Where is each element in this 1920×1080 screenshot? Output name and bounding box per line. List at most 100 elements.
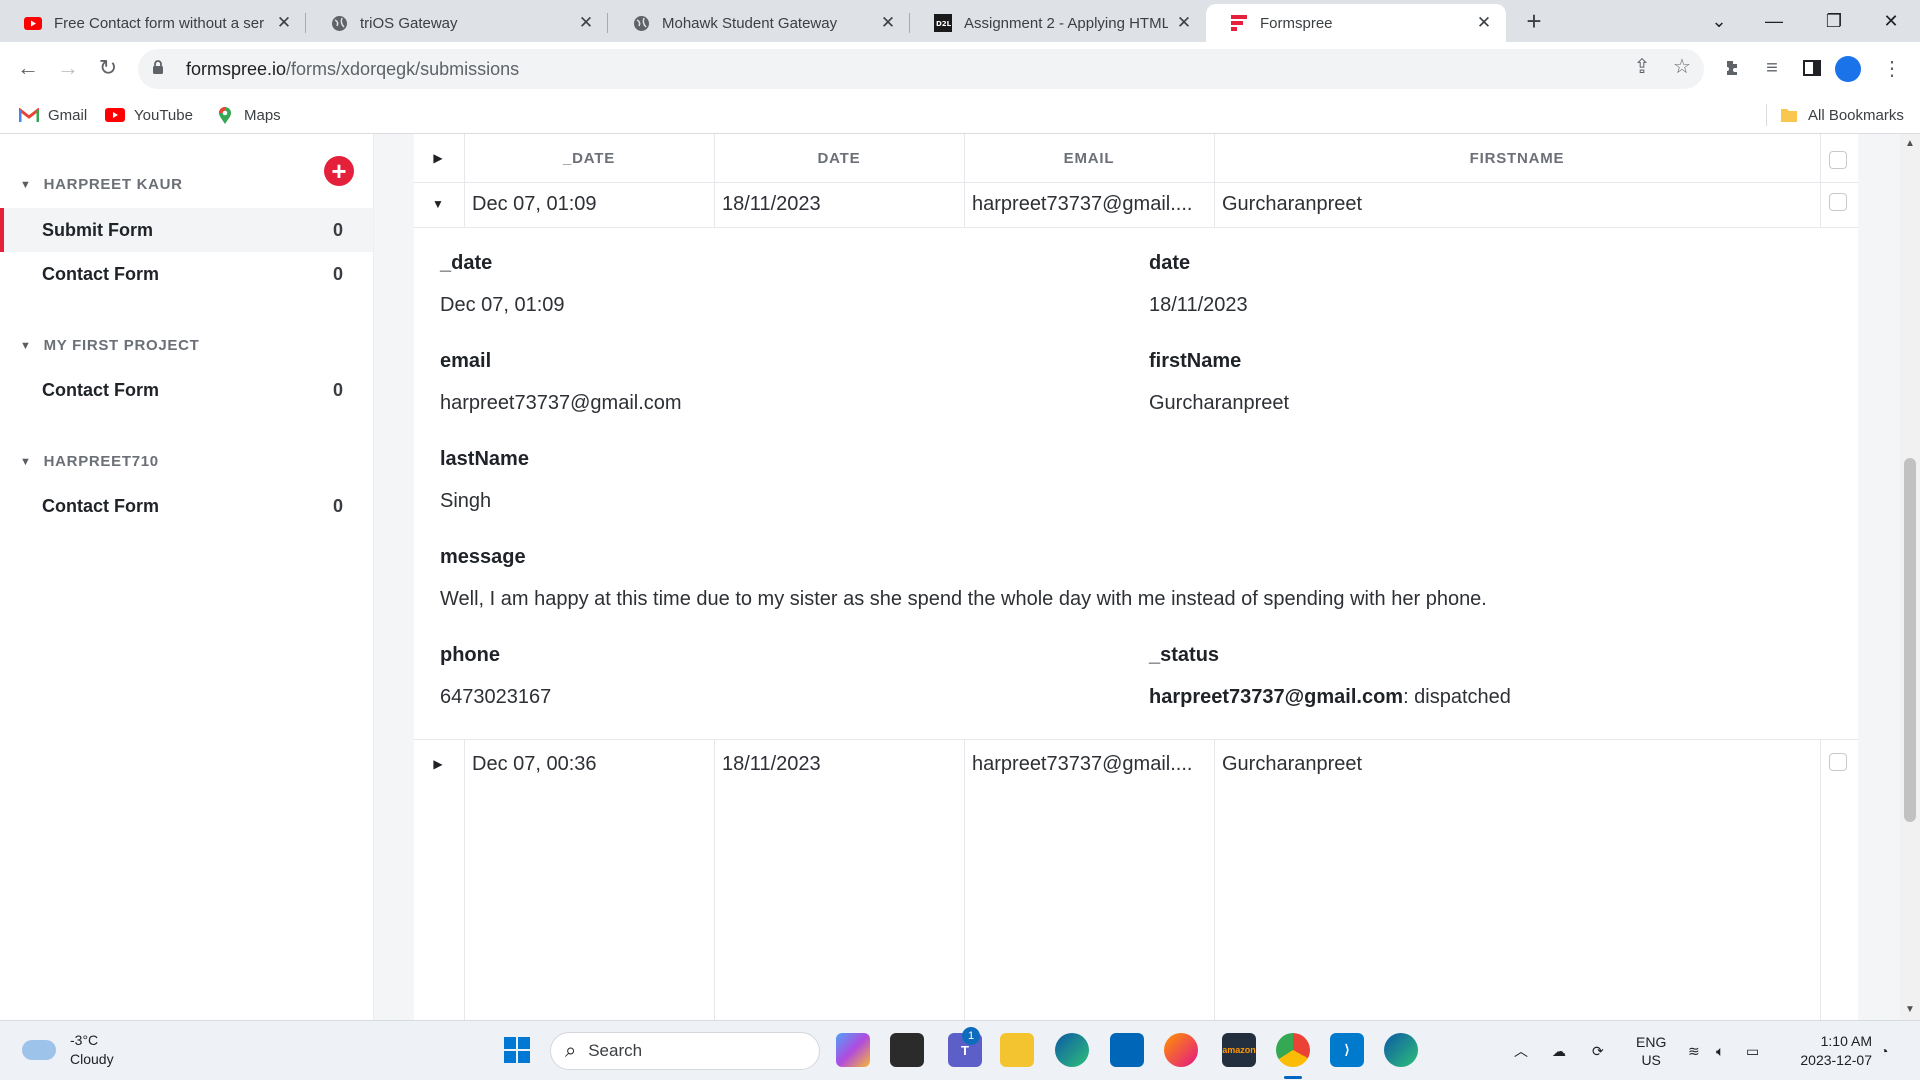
- edge-dev-icon[interactable]: [1384, 1033, 1418, 1067]
- taskbar-search[interactable]: ⌕ Search: [550, 1032, 820, 1070]
- close-icon[interactable]: ✕: [578, 13, 594, 33]
- sidebar-item-contact-form[interactable]: Contact Form 0: [0, 368, 373, 412]
- menu-icon[interactable]: ⋮: [1874, 50, 1910, 86]
- battery-icon[interactable]: ▭: [1746, 1021, 1759, 1080]
- svg-text:D2L: D2L: [936, 20, 952, 28]
- bookmark-gmail[interactable]: Gmail: [18, 102, 87, 128]
- extensions-icon[interactable]: [1714, 50, 1750, 86]
- form-name: Submit Form: [42, 219, 153, 240]
- weather-widget[interactable]: -3°C Cloudy: [22, 1031, 114, 1069]
- side-panel-icon[interactable]: [1794, 50, 1830, 86]
- column-header-email[interactable]: EMAIL: [964, 134, 1214, 182]
- youtube-icon: [24, 14, 42, 32]
- firefox-icon[interactable]: [1164, 1033, 1198, 1067]
- share-icon[interactable]: ⇪: [1626, 50, 1658, 82]
- onedrive-icon[interactable]: ☁: [1552, 1021, 1566, 1080]
- restore-button[interactable]: ❐: [1805, 0, 1863, 42]
- form-name: Contact Form: [42, 263, 159, 284]
- close-icon[interactable]: ✕: [880, 13, 896, 33]
- scroll-down-icon[interactable]: ▼: [1900, 1004, 1920, 1015]
- project-header-my-first-project[interactable]: ▼ MY FIRST PROJECT: [20, 337, 200, 354]
- address-bar[interactable]: formspree.io/forms/xdorqegk/submissions: [138, 49, 1704, 89]
- lock-icon: [152, 59, 186, 79]
- table-cell-firstname: Gurcharanpreet: [1222, 192, 1363, 215]
- column-divider: [714, 740, 715, 1020]
- scroll-up-icon[interactable]: ▲: [1900, 138, 1920, 149]
- vscode-icon[interactable]: ⟩: [1330, 1033, 1364, 1067]
- sync-icon[interactable]: ⟳: [1592, 1021, 1604, 1080]
- column-header-firstname[interactable]: FIRSTNAME: [1214, 134, 1820, 182]
- back-button[interactable]: ←: [12, 52, 44, 84]
- page-scrollbar[interactable]: ▲ ▼: [1900, 134, 1920, 1020]
- language-indicator[interactable]: ENG US: [1636, 1021, 1666, 1080]
- weather-condition: Cloudy: [70, 1051, 114, 1067]
- field-label: date: [1149, 252, 1191, 274]
- chevron-down-icon: ▼: [20, 339, 32, 352]
- sidebar-item-contact-form[interactable]: Contact Form 0: [0, 484, 373, 528]
- sidebar-item-submit-form[interactable]: Submit Form 0: [0, 208, 373, 252]
- project-name: HARPREET710: [43, 453, 159, 470]
- close-window-button[interactable]: ✕: [1862, 0, 1920, 42]
- table-cell-date: 18/11/2023: [722, 192, 821, 215]
- status-email: harpreet73737@gmail.com: [1149, 686, 1404, 708]
- clock[interactable]: 1:10 AM 2023-12-07: [1780, 1032, 1872, 1070]
- column-header-_date[interactable]: _DATE: [464, 134, 714, 182]
- close-icon[interactable]: ✕: [276, 13, 292, 33]
- submissions-area: ▶ _DATE DATE EMAIL FIRSTNAME ▼ Dec 07, 0…: [374, 134, 1900, 1020]
- select-all-checkbox[interactable]: [1829, 151, 1847, 169]
- tab-search-icon[interactable]: ⌄: [1690, 0, 1748, 42]
- project-header-harpreet710[interactable]: ▼ HARPREET710: [20, 453, 159, 470]
- close-icon[interactable]: ✕: [1476, 13, 1492, 33]
- file-explorer-icon[interactable]: [1000, 1033, 1034, 1067]
- scrollbar-thumb[interactable]: [1904, 458, 1916, 822]
- submission-count: 0: [332, 379, 343, 400]
- globe-icon: [632, 14, 650, 32]
- status-text: : dispatched: [1403, 686, 1511, 708]
- edge-icon[interactable]: [1055, 1033, 1089, 1067]
- field-value: Dec 07, 01:09: [440, 294, 565, 316]
- tab-formspree[interactable]: Formspree ✕: [1206, 4, 1506, 42]
- wifi-icon[interactable]: ≋: [1688, 1021, 1700, 1080]
- bookmark-youtube[interactable]: YouTube: [104, 102, 193, 128]
- column-header-date[interactable]: DATE: [714, 134, 964, 182]
- tab-trios[interactable]: triOS Gateway ✕: [306, 4, 608, 42]
- star-icon[interactable]: ☆: [1666, 50, 1698, 82]
- row-checkbox[interactable]: [1829, 193, 1847, 211]
- bookmark-label: YouTube: [134, 106, 193, 124]
- tab-title: Assignment 2 - Applying HTML,: [964, 14, 1168, 32]
- media-icon[interactable]: ≡: [1754, 50, 1790, 86]
- reload-button[interactable]: ↻: [92, 52, 124, 84]
- all-bookmarks[interactable]: All Bookmarks: [1778, 102, 1904, 128]
- project-header-harpreet-kaur[interactable]: ▼ HARPREET KAUR: [20, 176, 183, 193]
- expand-row-button[interactable]: ▶: [414, 742, 462, 786]
- new-tab-button[interactable]: +: [1520, 6, 1548, 36]
- forward-button[interactable]: →: [52, 52, 84, 84]
- minimize-button[interactable]: —: [1745, 0, 1803, 42]
- field-value: harpreet73737@gmail.com: [440, 392, 682, 414]
- notifications-icon[interactable]: ◔: [1880, 1021, 1888, 1080]
- maps-icon: [214, 106, 236, 124]
- add-form-button[interactable]: +: [324, 156, 354, 186]
- row-checkbox[interactable]: [1829, 753, 1847, 771]
- close-icon[interactable]: ✕: [1176, 13, 1192, 33]
- tab-mohawk[interactable]: Mohawk Student Gateway ✕: [608, 4, 910, 42]
- tab-title: Free Contact form without a ser: [54, 14, 265, 32]
- profile-avatar[interactable]: [1835, 56, 1861, 82]
- store-icon[interactable]: [1110, 1033, 1144, 1067]
- notification-badge: 1: [962, 1027, 980, 1045]
- collapse-row-button[interactable]: ▼: [414, 182, 462, 226]
- bookmark-maps[interactable]: Maps: [214, 102, 281, 128]
- tab-youtube[interactable]: Free Contact form without a ser ✕: [0, 4, 306, 42]
- windows-start-icon[interactable]: [500, 1033, 534, 1067]
- expand-all-button[interactable]: ▶: [414, 136, 462, 180]
- submission-count: 0: [332, 219, 343, 240]
- copilot-icon[interactable]: [836, 1033, 870, 1067]
- task-view-icon[interactable]: [890, 1033, 924, 1067]
- active-app-indicator: [1284, 1076, 1302, 1079]
- show-hidden-icons[interactable]: ︿: [1514, 1021, 1528, 1080]
- chrome-icon[interactable]: [1276, 1033, 1310, 1067]
- tab-assignment[interactable]: D2L Assignment 2 - Applying HTML, ✕: [910, 4, 1206, 42]
- amazon-icon[interactable]: amazon: [1222, 1033, 1256, 1067]
- volume-icon[interactable]: 🔈︎: [1716, 1021, 1724, 1080]
- sidebar-item-contact-form[interactable]: Contact Form 0: [0, 252, 373, 296]
